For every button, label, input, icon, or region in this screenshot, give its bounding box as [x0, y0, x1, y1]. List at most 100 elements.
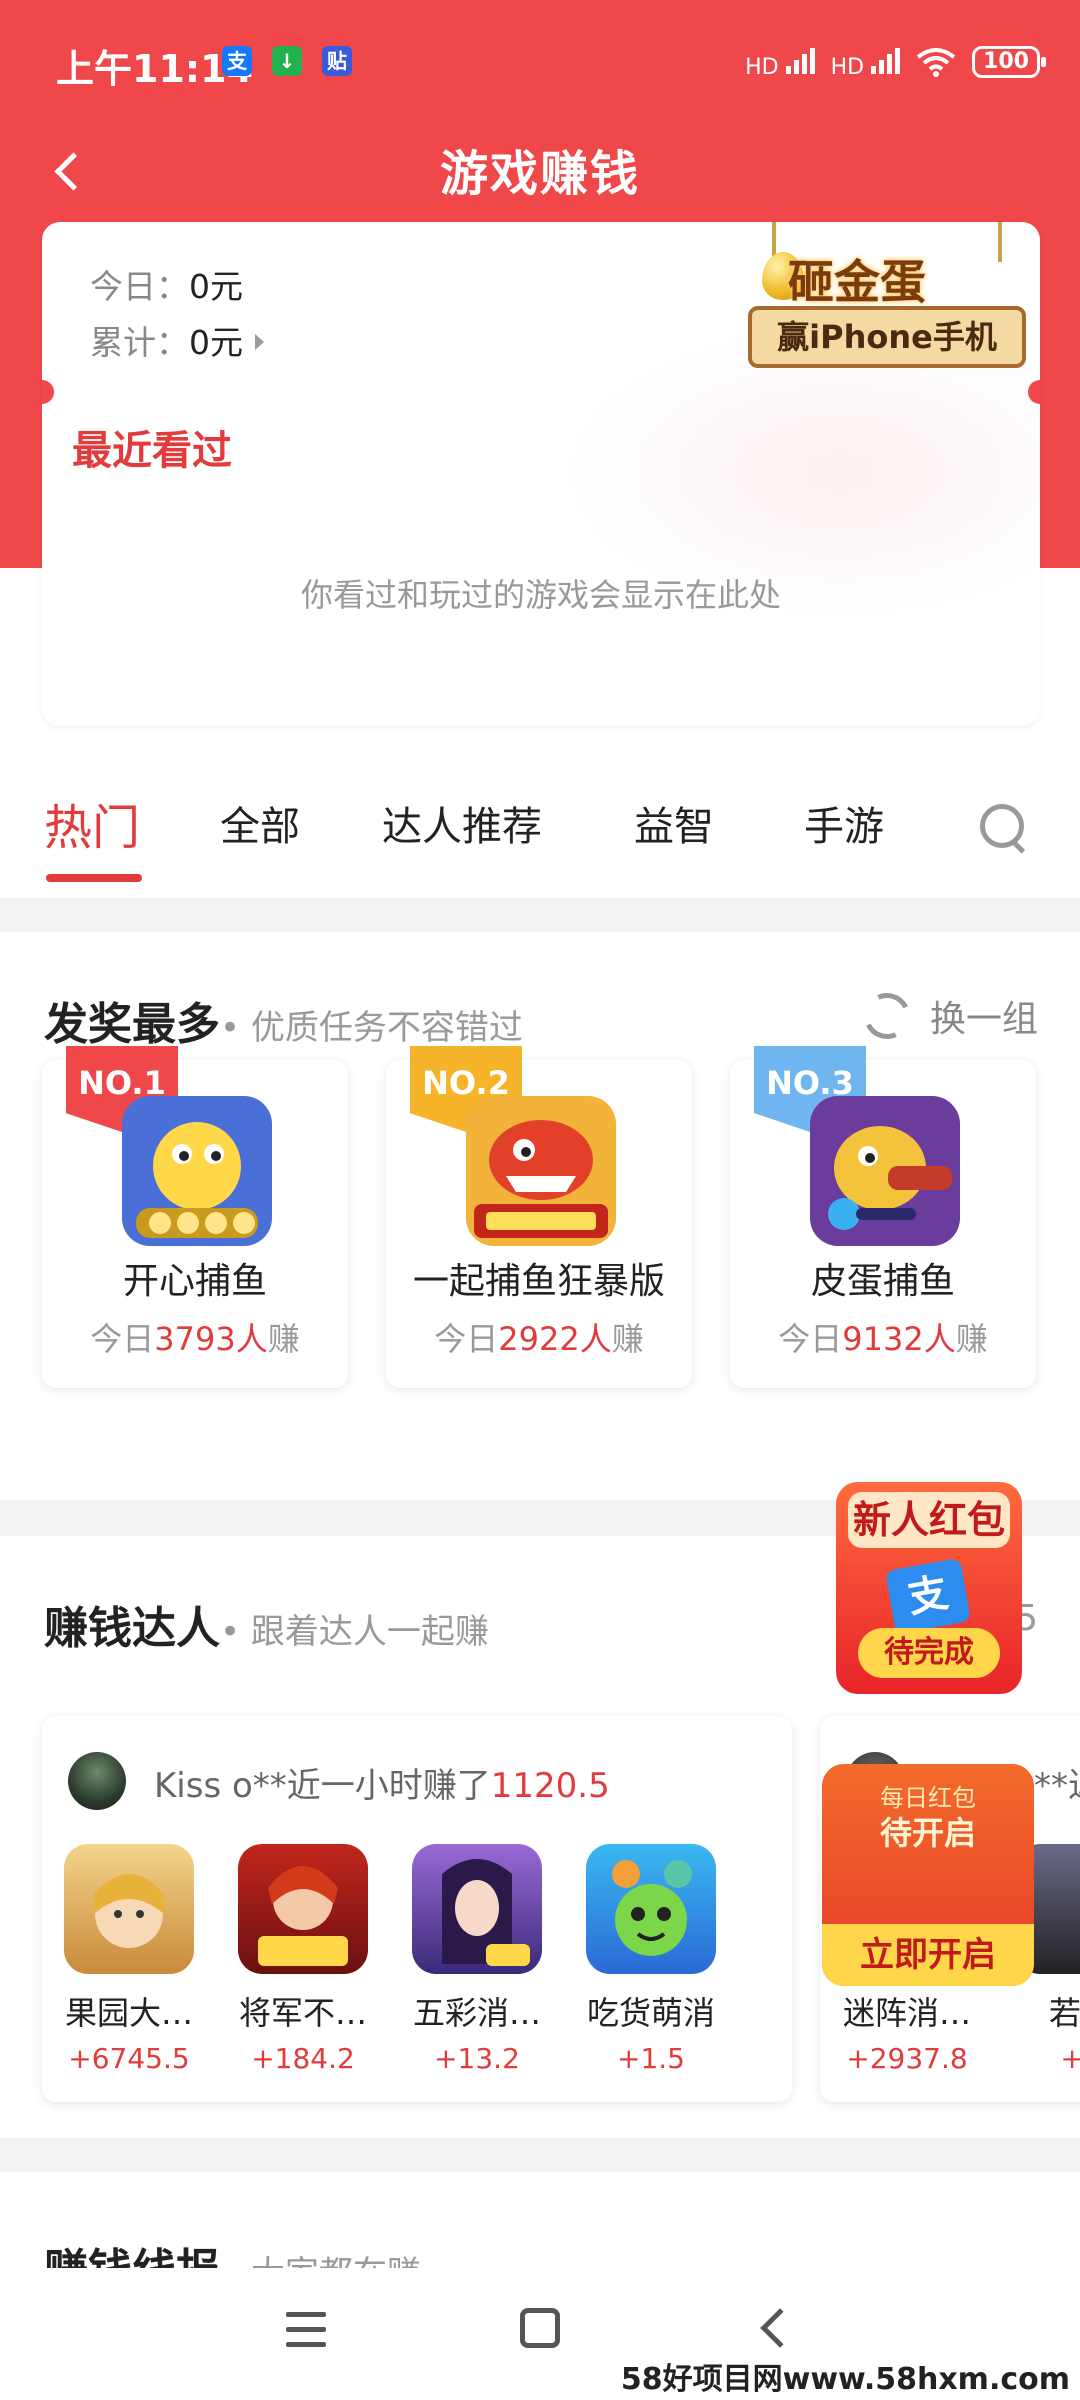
today-earnings: 今日：0元 [90, 260, 243, 308]
system-nav-bar: 58好项目网www.58hxm.com [0, 2268, 1080, 2400]
game-card-2[interactable]: NO.2 一起捕鱼狂暴版 今日2922人赚 [386, 1046, 692, 1388]
banner-rope-right [998, 222, 1002, 262]
mini-game-1[interactable]: 果园大… +6745.5 [62, 1844, 196, 2075]
total-value: 0元 [189, 323, 243, 362]
egg-banner-subtitle: 赢iPhone手机 [748, 306, 1026, 368]
refresh-icon [857, 986, 917, 1046]
menu-icon[interactable] [286, 2312, 326, 2348]
caret-right-icon [255, 334, 264, 350]
tab-active-indicator [46, 874, 142, 882]
category-tabs: 热门 全部 达人推荐 益智 手游 [0, 780, 1080, 890]
earners-title: 赚钱达人• 跟着达人一起赚 [44, 1592, 489, 1656]
egg-banner-title: 砸金蛋 [788, 255, 926, 309]
battery-indicator: 100 [972, 46, 1046, 78]
fishing-crazy-game-icon [466, 1096, 616, 1246]
network-1-label: HD [745, 55, 779, 80]
stat-prefix: 今日 [778, 1320, 843, 1358]
mini-game-2[interactable]: 将军不… +184.2 [236, 1844, 370, 2075]
mini-game-3[interactable]: 五彩消… +13.2 [410, 1844, 544, 2075]
tab-mobile[interactable]: 手游 [804, 794, 884, 852]
game-card-3[interactable]: NO.3 皮蛋捕鱼 今日9132人赚 [730, 1046, 1036, 1388]
stat-count: 2922人 [498, 1320, 612, 1358]
mini-game-name: 果园大… [64, 1994, 193, 2032]
stat-suffix: 赚 [267, 1320, 300, 1358]
top-rewards-title-text: 发奖最多 [44, 999, 220, 1050]
today-value: 0元 [189, 267, 243, 306]
pending-button[interactable]: 待完成 [858, 1628, 1000, 1678]
mini-game-earn: +184.2 [251, 2042, 355, 2075]
page-title: 游戏赚钱 [439, 146, 640, 202]
golden-egg-banner[interactable]: 砸金蛋 赢iPhone手机 [748, 222, 1026, 372]
general-game-icon [238, 1844, 368, 1974]
pidan-fishing-game-icon [810, 1096, 960, 1246]
mini-game-name: 吃货萌消 [586, 1994, 715, 2032]
tab-expert[interactable]: 达人推荐 [382, 794, 542, 852]
earner-text: 近 [1068, 1766, 1080, 1806]
signal-2-icon: HD [830, 44, 901, 80]
signal-1-icon: HD [745, 44, 815, 80]
recent-empty-text: 你看过和玩过的游戏会显示在此处 [300, 576, 781, 614]
network-2-label: HD [830, 55, 865, 80]
alipay-notification-icon: 支 [222, 46, 252, 76]
stat-count: 3793人 [154, 1320, 268, 1358]
total-earnings[interactable]: 累计：0元 [90, 316, 264, 364]
mini-game-name: 迷阵消… [842, 1994, 971, 2032]
alipay-icon: 支 [885, 1557, 971, 1635]
home-icon[interactable] [520, 2308, 560, 2348]
game-stat-2: 今日2922人赚 [386, 1314, 692, 1360]
refresh-label: 换一组 [929, 999, 1038, 1040]
watermark: 58好项目网www.58hxm.com [620, 2362, 1070, 2397]
game-name-2: 一起捕鱼狂暴版 [412, 1261, 665, 1302]
stat-count: 9132人 [842, 1320, 956, 1358]
total-label: 累计： [90, 323, 189, 362]
fishing-game-icon [122, 1096, 272, 1246]
tab-puzzle[interactable]: 益智 [634, 794, 714, 852]
avatar [68, 1752, 126, 1810]
stat-suffix: 赚 [611, 1320, 644, 1358]
top-rewards-subtitle: • 优质任务不容错过 [220, 1008, 523, 1048]
sticker-notification-icon: 贴 [322, 46, 352, 76]
mini-game-earn: +6745.5 [68, 2042, 190, 2075]
back-icon[interactable] [760, 2308, 800, 2348]
top-rewards-section: 发奖最多• 优质任务不容错过 换一组 NO.1 开心捕鱼 今日3793人赚 NO… [0, 932, 1080, 1500]
game-name-1: 开心捕鱼 [122, 1261, 267, 1302]
daily-redpacket-float[interactable]: 每日红包 待开启 立即开启 [822, 1764, 1034, 1986]
mini-game-earn: +2937.8 [846, 2042, 968, 2075]
earners-subtitle: • 跟着达人一起赚 [220, 1612, 489, 1652]
wifi-icon [916, 48, 956, 77]
mini-game-earn: +13.2 [434, 2042, 520, 2075]
refresh-button[interactable]: 换一组 [857, 986, 1038, 1046]
mini-game-4[interactable]: 吃货萌消 +1.5 [584, 1844, 718, 2075]
new-user-redpacket-float[interactable]: 新人红包 支 待完成 [836, 1482, 1022, 1694]
rumors-section: 赚钱线报• 大家都在赚 [0, 2172, 1080, 2296]
new-user-redpacket-title: 新人红包 [848, 1492, 1010, 1548]
top-rewards-title: 发奖最多• 优质任务不容错过 [44, 988, 523, 1052]
download-notification-icon: ↓ [272, 46, 302, 76]
game-card-1[interactable]: NO.1 开心捕鱼 今日3793人赚 [42, 1046, 348, 1388]
colorful-match-game-icon [412, 1844, 542, 1974]
status-bar: 上午11:14 支 ↓ 贴 HD HD 100 [0, 0, 1080, 120]
recent-title: 最近看过 [72, 418, 232, 476]
game-stat-1: 今日3793人赚 [42, 1314, 348, 1360]
earner-card-1[interactable]: Kiss o**近一小时赚了1120.5 果园大… +6745.5 将军不… +… [42, 1716, 792, 2102]
earners-title-text: 赚钱达人 [44, 1603, 220, 1654]
stat-prefix: 今日 [434, 1320, 499, 1358]
earner-text: 近一小时赚了 [286, 1766, 491, 1806]
foodie-match-game-icon [586, 1844, 716, 1974]
game-name-3: 皮蛋捕鱼 [810, 1261, 955, 1302]
mini-game-name: 五彩消… [412, 1994, 541, 2032]
card-notch-left [42, 380, 54, 404]
mini-game-earn: +1.5 [617, 2042, 685, 2075]
tab-hot[interactable]: 热门 [44, 788, 140, 858]
stat-suffix: 赚 [955, 1320, 988, 1358]
tab-all[interactable]: 全部 [220, 794, 300, 852]
today-label: 今日： [90, 267, 189, 306]
earner-summary: Kiss o**近一小时赚了1120.5 [154, 1758, 610, 1807]
search-icon[interactable] [978, 802, 1028, 856]
stat-prefix: 今日 [90, 1320, 155, 1358]
game-stat-3: 今日9132人赚 [730, 1314, 1036, 1360]
earner-amount: 1120.5 [490, 1766, 610, 1806]
orchard-game-icon [64, 1844, 194, 1974]
open-now-button[interactable]: 立即开启 [822, 1924, 1034, 1986]
mini-game-name: 若水 [1048, 1994, 1080, 2032]
